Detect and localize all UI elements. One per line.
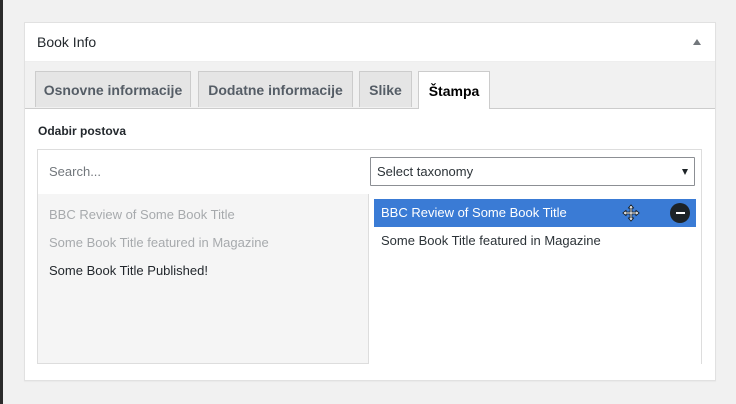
selected-post-item[interactable]: BBC Review of Some Book Title — [374, 199, 696, 227]
move-icon[interactable] — [622, 204, 640, 222]
selected-post-item[interactable]: Some Book Title featured in Magazine — [374, 227, 696, 255]
tab-dodatne-informacije[interactable]: Dodatne informacije — [198, 71, 353, 107]
metabox-header[interactable]: Book Info — [25, 23, 715, 62]
search-input[interactable] — [38, 150, 368, 193]
tab-slike[interactable]: Slike — [359, 71, 412, 107]
admin-sidebar-edge — [0, 0, 3, 404]
available-posts-list: BBC Review of Some Book Title Some Book … — [38, 194, 369, 363]
taxonomy-select-value: Select taxonomy — [377, 164, 474, 179]
selected-posts-list: BBC Review of Some Book Title Some Book … — [369, 194, 701, 368]
available-post-item[interactable]: Some Book Title Published! — [38, 257, 368, 285]
section-label: Odabir postova — [38, 124, 127, 138]
post-selector: Select taxonomy BBC Review of Some Book … — [37, 149, 702, 368]
tab-osnovne-informacije[interactable]: Osnovne informacije — [35, 71, 191, 107]
tab-stampa[interactable]: Štampa — [418, 71, 490, 109]
caret-down-icon — [682, 168, 688, 175]
available-post-item: Some Book Title featured in Magazine — [49, 235, 269, 250]
selected-post-title: BBC Review of Some Book Title — [381, 205, 567, 220]
selector-lists: BBC Review of Some Book Title Some Book … — [38, 194, 701, 368]
tab-bar: Osnovne informacije Dodatne informacije … — [25, 62, 715, 109]
selector-filters: Select taxonomy — [38, 150, 701, 195]
selected-post-title: Some Book Title featured in Magazine — [381, 233, 601, 248]
book-info-metabox: Book Info Osnovne informacije Dodatne in… — [24, 22, 716, 381]
metabox-title: Book Info — [37, 34, 97, 50]
remove-icon[interactable] — [670, 203, 690, 223]
taxonomy-select[interactable]: Select taxonomy — [370, 157, 695, 186]
arrow-up-icon[interactable] — [693, 39, 701, 45]
available-post-item: BBC Review of Some Book Title — [49, 207, 235, 222]
